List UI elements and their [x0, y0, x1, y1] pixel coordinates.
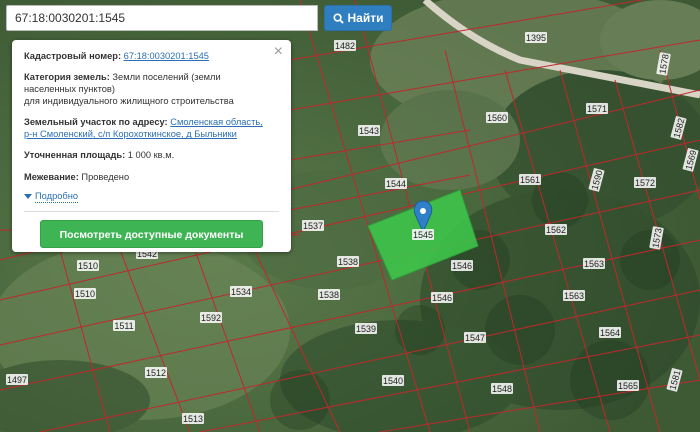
parcel-label-text: 1548	[492, 384, 512, 394]
parcel-label-text: 1546	[452, 261, 472, 271]
close-icon[interactable]: ×	[274, 44, 283, 60]
parcel-label: 1564	[599, 327, 621, 338]
parcel-label: 1510	[74, 288, 96, 299]
area-value: 1 000 кв.м.	[127, 150, 175, 161]
address-row: Земельный участок по адресу: Смоленская …	[24, 116, 279, 140]
parcel-label-text: 1510	[75, 289, 95, 299]
parcel-label-text: 1560	[487, 113, 507, 123]
parcel-label-text: 1562	[546, 225, 566, 235]
parcel-label-text: 1561	[520, 175, 540, 185]
parcel-label-text: 1482	[335, 41, 355, 51]
parcel-label: 1572	[634, 177, 656, 188]
survey-value: Проведено	[81, 171, 130, 182]
parcel-info-popup: × Кадастровый номер: 67:18:0030201:1545 …	[12, 40, 291, 252]
parcel-label-text: 1540	[383, 376, 403, 386]
parcel-label: 1510	[77, 260, 99, 271]
parcel-label-text: 1511	[114, 321, 133, 331]
address-label: Земельный участок по адресу:	[24, 117, 168, 128]
search-input[interactable]	[6, 5, 318, 31]
parcel-label-text: 1512	[146, 368, 166, 378]
parcel-label: 1497	[6, 374, 28, 385]
parcel-label-text: 1564	[600, 328, 620, 338]
area-row: Уточненная площадь: 1 000 кв.м.	[24, 149, 279, 161]
parcel-label-text: 1565	[618, 381, 638, 391]
view-documents-button[interactable]: Посмотреть доступные документы	[40, 219, 263, 248]
parcel-label: 1546	[431, 292, 453, 303]
parcel-label: 1548	[491, 383, 513, 394]
triangle-down-icon	[24, 193, 32, 199]
parcel-label: 1560	[486, 112, 508, 123]
parcel-label-text: 1545	[413, 230, 433, 240]
parcel-label-text: 1572	[635, 178, 655, 188]
category-row: Категория земель: Земли поселений (земли…	[24, 71, 279, 107]
parcel-label: 1563	[583, 258, 605, 269]
search-button[interactable]: Найти	[324, 5, 392, 31]
parcel-label: 1537	[302, 220, 324, 231]
survey-row: Межевание: Проведено	[24, 171, 279, 183]
parcel-label-text: 1513	[183, 414, 203, 424]
parcel-label: 1547	[464, 332, 486, 343]
parcel-label-text: 1497	[7, 375, 27, 385]
parcel-label: 1544	[385, 178, 407, 189]
parcel-label: 1513	[182, 413, 204, 424]
parcel-label-text: 1395	[526, 33, 546, 43]
parcel-label: 1538	[337, 256, 359, 267]
cadastral-label: Кадастровый номер:	[24, 51, 122, 61]
parcel-label-text: 1571	[587, 104, 607, 114]
parcel-label: 1511	[113, 320, 135, 331]
parcel-label-text: 1563	[564, 291, 584, 301]
parcel-label: 1565	[617, 380, 639, 391]
parcel-label-text: 1592	[201, 313, 221, 323]
address-link-1[interactable]: Смоленская область,	[170, 117, 263, 127]
parcel-label: 1540	[382, 375, 404, 386]
parcel-label-text: 1538	[319, 290, 339, 300]
divider	[24, 210, 279, 212]
parcel-label-text: 1563	[584, 259, 604, 269]
more-details-link[interactable]: Подробно	[24, 190, 279, 203]
parcel-label: 1562	[545, 224, 567, 235]
parcel-label: 1538	[318, 289, 340, 300]
cadastral-link[interactable]: 67:18:0030201:1545	[124, 51, 209, 61]
parcel-label: 1561	[519, 174, 541, 185]
search-button-label: Найти	[347, 11, 384, 25]
category-value-2: населенных пунктов)	[24, 84, 115, 95]
parcel-label: 1571	[586, 103, 608, 114]
parcel-label-text: 1539	[356, 324, 376, 334]
parcel-label: 1395	[525, 32, 547, 43]
parcel-label-text: 1510	[78, 261, 98, 271]
parcel-label: 1543	[358, 125, 380, 136]
more-details-label: Подробно	[35, 190, 79, 203]
address-link-2[interactable]: р-н Смоленский, с/п Корохоткинское, д Бы…	[24, 129, 237, 139]
search-bar: Найти	[6, 5, 392, 31]
parcel-label: 1539	[355, 323, 377, 334]
parcel-label: 1592	[200, 312, 222, 323]
parcel-label-text: 1546	[432, 293, 452, 303]
search-icon	[332, 12, 344, 24]
parcel-label: 1546	[451, 260, 473, 271]
parcel-label: 1482	[334, 40, 356, 51]
category-value-1: Земли поселений (земли	[112, 72, 221, 83]
category-label: Категория земель:	[24, 72, 110, 83]
parcel-label-text: 1547	[465, 333, 485, 343]
parcel-label: 1545	[412, 229, 434, 240]
parcel-label-text: 1534	[231, 287, 251, 297]
parcel-label-text: 1538	[338, 257, 358, 267]
parcel-label: 1534	[230, 286, 252, 297]
parcel-label: 1563	[563, 290, 585, 301]
cadastral-row: Кадастровый номер: 67:18:0030201:1545	[24, 50, 279, 62]
category-value-3: для индивидуального жилищного строительс…	[24, 96, 234, 107]
survey-label: Межевание:	[24, 171, 79, 182]
parcel-label-text: 1537	[303, 221, 323, 231]
area-label: Уточненная площадь:	[24, 150, 126, 161]
parcel-label: 1512	[145, 367, 167, 378]
parcel-label-text: 1544	[386, 179, 406, 189]
parcel-label-text: 1543	[359, 126, 379, 136]
